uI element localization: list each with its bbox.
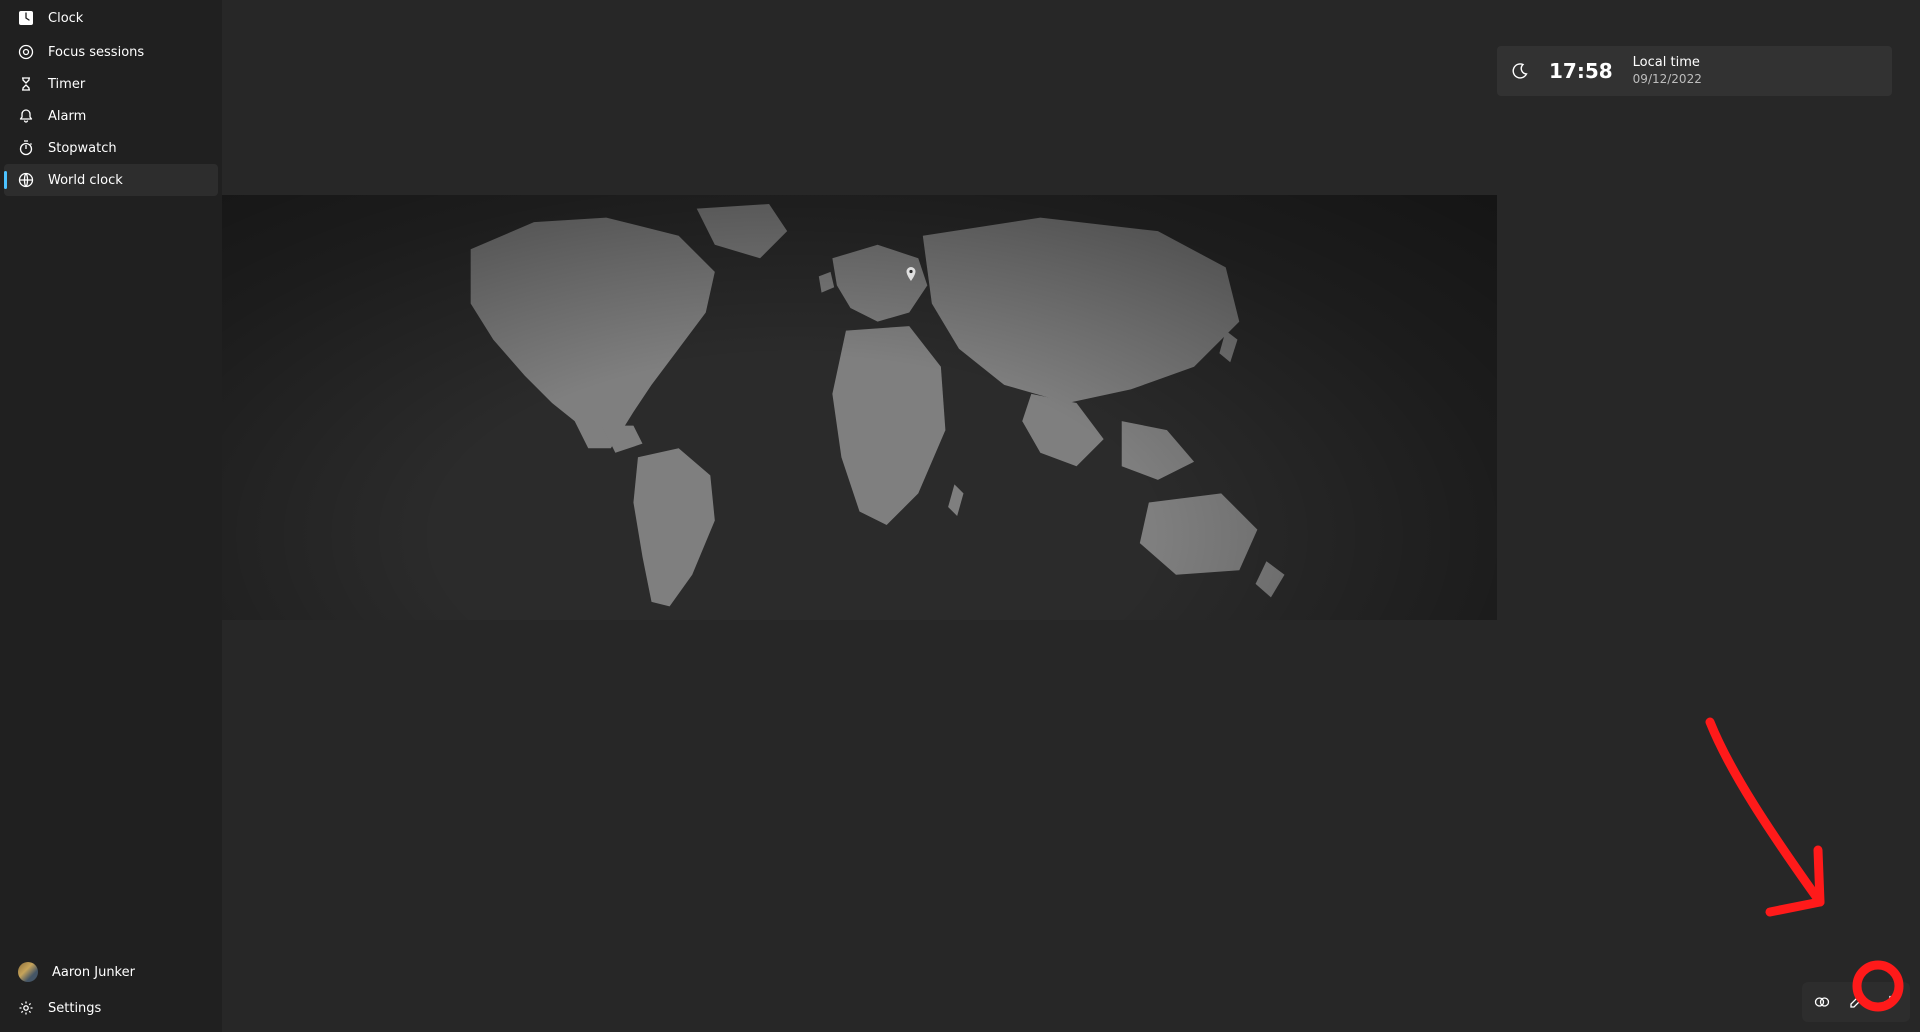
stopwatch-icon xyxy=(18,140,34,156)
gear-icon xyxy=(18,1000,34,1016)
sidebar-item-settings[interactable]: Settings xyxy=(4,990,218,1026)
add-clock-button[interactable] xyxy=(1874,986,1906,1018)
sidebar-item-label: Stopwatch xyxy=(48,141,117,156)
clock-app-icon xyxy=(18,10,34,26)
user-name: Aaron Junker xyxy=(52,965,135,980)
sidebar-item-label: Alarm xyxy=(48,109,86,124)
sidebar-item-world-clock[interactable]: World clock xyxy=(4,164,218,196)
sidebar-item-label: Timer xyxy=(48,77,85,92)
settings-label: Settings xyxy=(48,1001,101,1016)
compare-clocks-button[interactable] xyxy=(1806,986,1838,1018)
main-content: 17:58 Local time 09/12/2022 xyxy=(222,0,1920,1032)
bell-icon xyxy=(18,108,34,124)
action-bar xyxy=(1802,982,1910,1022)
local-time-text: Local time 09/12/2022 xyxy=(1633,55,1702,86)
app-title-label: Clock xyxy=(48,11,83,26)
globe-icon xyxy=(18,172,34,188)
sidebar-user[interactable]: Aaron Junker xyxy=(4,954,218,990)
local-time-card[interactable]: 17:58 Local time 09/12/2022 xyxy=(1497,46,1892,96)
avatar xyxy=(18,962,38,982)
sidebar: Clock Focus sessions Timer Alarm Stopwat… xyxy=(0,0,222,1032)
world-map[interactable] xyxy=(222,195,1497,620)
map-pin-icon xyxy=(904,267,918,281)
sidebar-item-label: Focus sessions xyxy=(48,45,144,60)
hourglass-icon xyxy=(18,76,34,92)
sidebar-item-alarm[interactable]: Alarm xyxy=(4,100,218,132)
local-time-label: Local time xyxy=(1633,55,1702,71)
focus-icon xyxy=(18,44,34,60)
night-icon xyxy=(1511,62,1529,80)
world-map-svg xyxy=(222,195,1497,620)
annotation-arrow xyxy=(1650,712,1900,1012)
edit-clocks-button[interactable] xyxy=(1840,986,1872,1018)
local-time-date: 09/12/2022 xyxy=(1633,72,1702,87)
sidebar-item-label: World clock xyxy=(48,173,123,188)
sidebar-item-focus-sessions[interactable]: Focus sessions xyxy=(4,36,218,68)
local-time-value: 17:58 xyxy=(1549,59,1613,83)
app-title: Clock xyxy=(4,4,218,32)
sidebar-item-timer[interactable]: Timer xyxy=(4,68,218,100)
sidebar-item-stopwatch[interactable]: Stopwatch xyxy=(4,132,218,164)
